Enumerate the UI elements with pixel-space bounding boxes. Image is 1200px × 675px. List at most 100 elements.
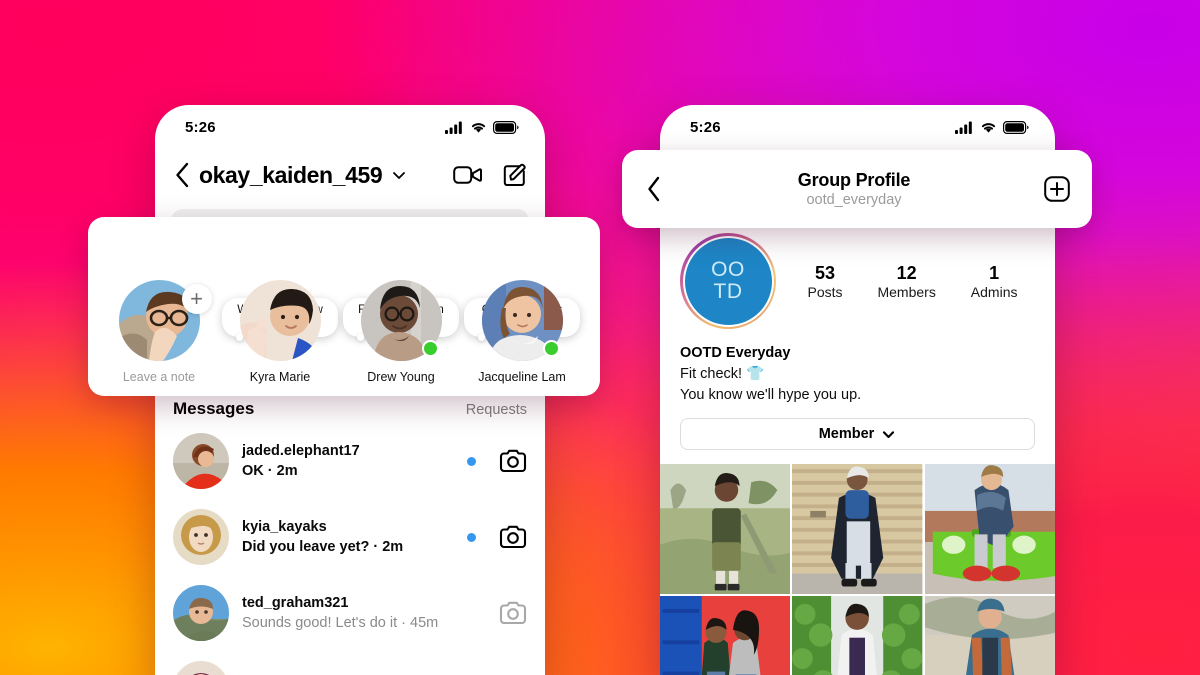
note-item-drew-young[interactable]: Finally landing in NYC! ❤️ (343, 280, 459, 396)
dm-username[interactable]: okay_kaiden_459 (199, 162, 383, 189)
avatar-image (173, 509, 229, 565)
note-avatar-wrap (481, 280, 563, 361)
avatar-image (173, 661, 229, 675)
camera-filled-icon[interactable] (499, 525, 527, 549)
note-item-kyra-marie[interactable]: Why is tomorrow Monday!? 😀 (222, 280, 338, 396)
video-camera-icon[interactable] (453, 163, 482, 187)
avatar (173, 661, 229, 675)
unread-dot (467, 532, 476, 542)
stat-value: 1 (989, 263, 1000, 283)
message-preview: OK · 2m (242, 462, 298, 479)
stat-posts[interactable]: 53 Posts (807, 262, 842, 300)
online-status-dot (542, 340, 560, 357)
message-text: jaded.elephant17 OK · 2m (242, 442, 454, 481)
bio-line-2: You know we'll hype you up. (680, 387, 862, 403)
add-note-plus-icon[interactable]: + (181, 284, 212, 314)
group-avatar[interactable]: OO TD (684, 237, 772, 325)
message-text: kyia_kayaks Did you leave yet? · 2m (242, 518, 454, 557)
note-avatar-wrap: + (118, 280, 212, 361)
post-thumbnail (660, 464, 791, 595)
note-label: Leave a note (122, 370, 196, 384)
grid-cell[interactable] (792, 596, 923, 675)
stat-value: 12 (896, 263, 917, 283)
note-label: Drew Young (367, 370, 435, 384)
post-grid (660, 464, 1055, 675)
note-item-leave-a-note[interactable]: + Leave a note (104, 280, 214, 396)
grid-cell[interactable] (924, 596, 1055, 675)
avatar (173, 433, 229, 489)
camera-outline-icon[interactable] (499, 601, 527, 625)
group-header-text: Group Profile ootd_everyday (664, 170, 1044, 208)
story-ring[interactable]: OO TD (680, 233, 776, 329)
online-status-dot (421, 340, 439, 357)
avatar-image (173, 585, 229, 641)
grid-cell[interactable] (660, 464, 791, 595)
message-preview: Sounds good! Let's do it · 45m (242, 614, 439, 631)
requests-link[interactable]: Requests (466, 402, 527, 418)
message-username: jaded.elephant17 (242, 442, 360, 459)
grid-cell[interactable] (792, 464, 923, 595)
status-bar-icons (955, 120, 1029, 134)
message-row[interactable]: jaded.elephant17 OK · 2m (155, 423, 545, 499)
group-avatar-line2: TD (713, 280, 743, 303)
notes-row: + Leave a note Why is tomorrow Monday!? … (88, 217, 600, 396)
message-username: kyia_kayaks (242, 518, 327, 535)
camera-filled-icon[interactable] (499, 449, 527, 473)
status-bar-time: 5:26 (690, 118, 721, 136)
unread-dot (467, 456, 476, 466)
chevron-left-icon[interactable] (171, 160, 193, 190)
story-ring-inner: OO TD (682, 235, 774, 327)
member-button[interactable]: Member (680, 418, 1035, 450)
note-avatar-wrap (360, 280, 442, 361)
stats-row: 53 Posts 12 Members 1 Admins (776, 262, 1035, 300)
note-avatar (239, 280, 321, 361)
note-item-jacqueline-lam[interactable]: Game night this weekend? 🎲 (464, 280, 580, 396)
post-thumbnail (924, 464, 1055, 595)
post-thumbnail (924, 596, 1055, 675)
group-avatar-line1: OO (711, 258, 745, 281)
status-bar-icons (445, 120, 519, 134)
dm-header: okay_kaiden_459 (155, 149, 545, 197)
message-username: ted_graham321 (242, 594, 349, 611)
bio-line-1: Fit check! 👕 (680, 366, 765, 382)
stat-label: Admins (970, 284, 1018, 300)
cellular-signal-icon (445, 121, 462, 134)
group-display-name: OOTD Everyday (680, 345, 791, 361)
battery-icon (493, 120, 519, 134)
plus-square-icon[interactable] (1044, 176, 1070, 202)
message-row[interactable] (155, 651, 545, 675)
note-label: Jacqueline Lam (478, 370, 566, 384)
note-avatar-wrap (239, 280, 321, 361)
stat-admins[interactable]: 1 Admins (971, 262, 1018, 300)
grid-cell[interactable] (660, 596, 791, 675)
battery-icon (1003, 120, 1029, 134)
stat-label: Members (877, 284, 936, 300)
member-button-label: Member (818, 426, 875, 442)
message-row[interactable]: kyia_kayaks Did you leave yet? · 2m (155, 499, 545, 575)
post-thumbnail (792, 464, 923, 595)
chevron-down-icon[interactable] (391, 167, 407, 183)
grid-cell[interactable] (924, 464, 1055, 595)
chevron-left-icon[interactable] (644, 174, 664, 204)
stat-label: Posts (807, 284, 843, 300)
chevron-down-icon (883, 430, 895, 438)
avatar-image (173, 433, 229, 489)
wifi-icon (981, 122, 996, 133)
avatar (173, 509, 229, 565)
message-text: ted_graham321 Sounds good! Let's do it ·… (242, 594, 454, 633)
messages-title: Messages (173, 399, 255, 418)
note-label: Kyra Marie (249, 370, 311, 384)
status-bar-right: 5:26 (660, 105, 1055, 149)
notes-tray: + Leave a note Why is tomorrow Monday!? … (88, 217, 600, 396)
avatar (173, 585, 229, 641)
compose-icon[interactable] (502, 163, 527, 188)
post-thumbnail (792, 596, 923, 675)
message-row[interactable]: ted_graham321 Sounds good! Let's do it ·… (155, 575, 545, 651)
status-bar-time: 5:26 (185, 118, 216, 136)
group-header-title: Group Profile (797, 170, 911, 190)
stat-members[interactable]: 12 Members (877, 262, 935, 300)
avatar-image (239, 280, 321, 361)
messages-header: Messages Requests (155, 393, 545, 423)
message-preview: Did you leave yet? · 2m (242, 538, 404, 555)
cellular-signal-icon (955, 121, 972, 134)
